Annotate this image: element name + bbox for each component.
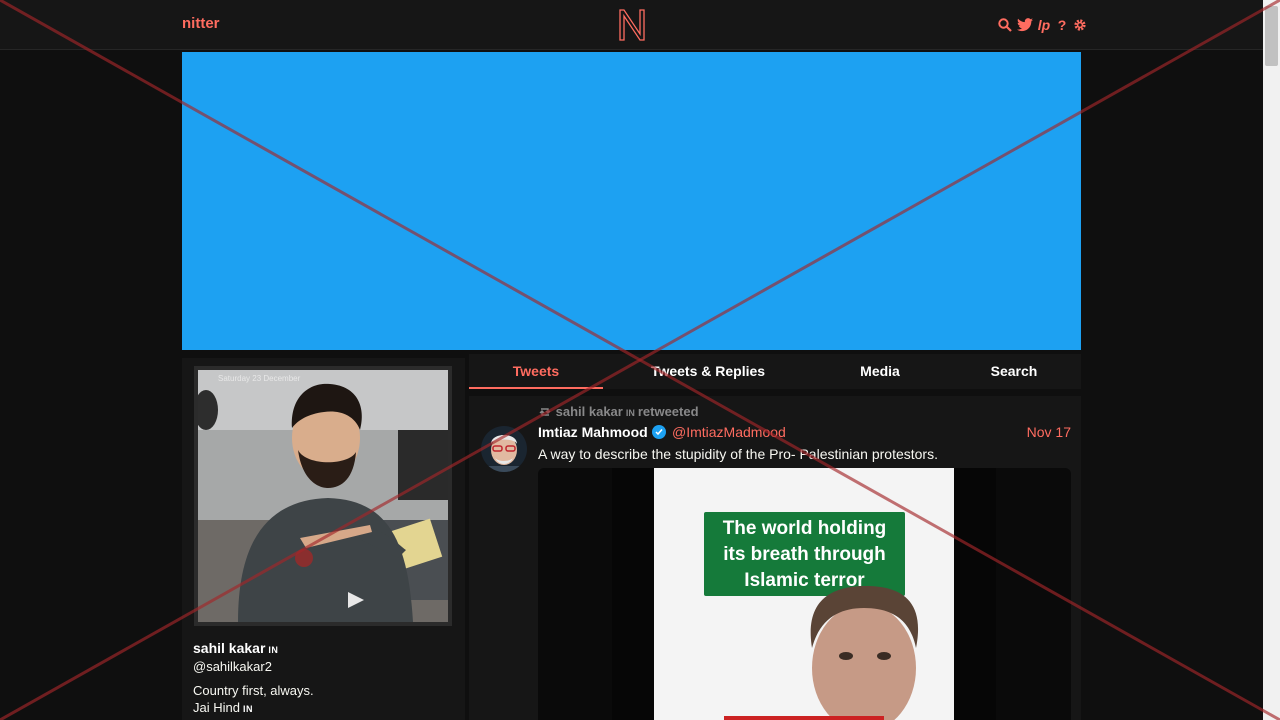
help-icon[interactable]: ? bbox=[1055, 17, 1069, 33]
retweeter-flag: IN bbox=[625, 408, 635, 418]
timeline-item[interactable]: sahil kakar IN retweeted Imtiaz Mahmood @I… bbox=[469, 396, 1081, 720]
profile-bio: Country first, always. Jai Hind IN bbox=[193, 682, 314, 718]
bio-flag: IN bbox=[242, 704, 253, 714]
nitter-logo[interactable] bbox=[617, 8, 647, 42]
media-image: The world holding its breath through Isl… bbox=[654, 468, 954, 720]
verified-badge-icon bbox=[651, 425, 666, 439]
media-face bbox=[724, 586, 919, 720]
tweet-date[interactable]: Nov 17 bbox=[1027, 424, 1071, 440]
profile-banner bbox=[182, 52, 1081, 350]
photo-caption: Saturday 23 December bbox=[218, 374, 301, 383]
lp-icon[interactable]: lp bbox=[1037, 17, 1051, 33]
tweet-media[interactable]: The world holding its breath through Isl… bbox=[538, 468, 1071, 720]
profile-username[interactable]: @sahilkakar2 bbox=[193, 659, 272, 674]
tweet-author-name: Imtiaz Mahmood bbox=[538, 424, 648, 440]
country-flag: IN bbox=[268, 645, 279, 655]
navbar: nitter lp ? bbox=[0, 0, 1263, 50]
tab-media[interactable]: Media bbox=[813, 354, 947, 389]
tab-search[interactable]: Search bbox=[947, 354, 1081, 389]
page-scrollbar[interactable] bbox=[1263, 0, 1280, 720]
tweet-text: A way to describe the stupidity of the P… bbox=[538, 446, 938, 462]
tweet-handle[interactable]: @ImtiazMadmood bbox=[672, 424, 786, 440]
tab-tweets[interactable]: Tweets bbox=[469, 354, 603, 389]
search-icon[interactable] bbox=[998, 17, 1012, 33]
profile-avatar[interactable]: Saturday 23 December bbox=[194, 366, 452, 626]
retweet-suffix: retweeted bbox=[637, 404, 699, 419]
site-brand-link[interactable]: nitter bbox=[182, 15, 220, 32]
nav-icons: lp ? bbox=[998, 15, 1087, 35]
twitter-bird-icon[interactable] bbox=[1016, 17, 1033, 33]
retweet-header: sahil kakar IN retweeted bbox=[538, 404, 699, 419]
profile-card: Saturday 23 December sahil kakar IN @sahi… bbox=[182, 358, 465, 720]
profile-fullname-text: sahil kakar bbox=[193, 640, 266, 656]
timeline-tabs: Tweets Tweets & Replies Media Search bbox=[469, 354, 1081, 389]
tweet-avatar[interactable] bbox=[481, 426, 527, 472]
bio-line-2: Jai Hind IN bbox=[193, 699, 314, 718]
retweeter-name: sahil kakar bbox=[555, 404, 623, 419]
bio-line-1: Country first, always. bbox=[193, 683, 314, 698]
profile-fullname[interactable]: sahil kakar IN bbox=[193, 640, 278, 656]
scrollbar-thumb[interactable] bbox=[1265, 6, 1278, 66]
gear-icon[interactable] bbox=[1073, 17, 1087, 33]
retweet-icon bbox=[539, 408, 551, 416]
tweet-author[interactable]: Imtiaz Mahmood bbox=[538, 424, 666, 440]
bio-line-2-text: Jai Hind bbox=[193, 700, 240, 715]
profile-photo bbox=[198, 370, 448, 622]
tab-tweets-replies[interactable]: Tweets & Replies bbox=[603, 354, 813, 389]
